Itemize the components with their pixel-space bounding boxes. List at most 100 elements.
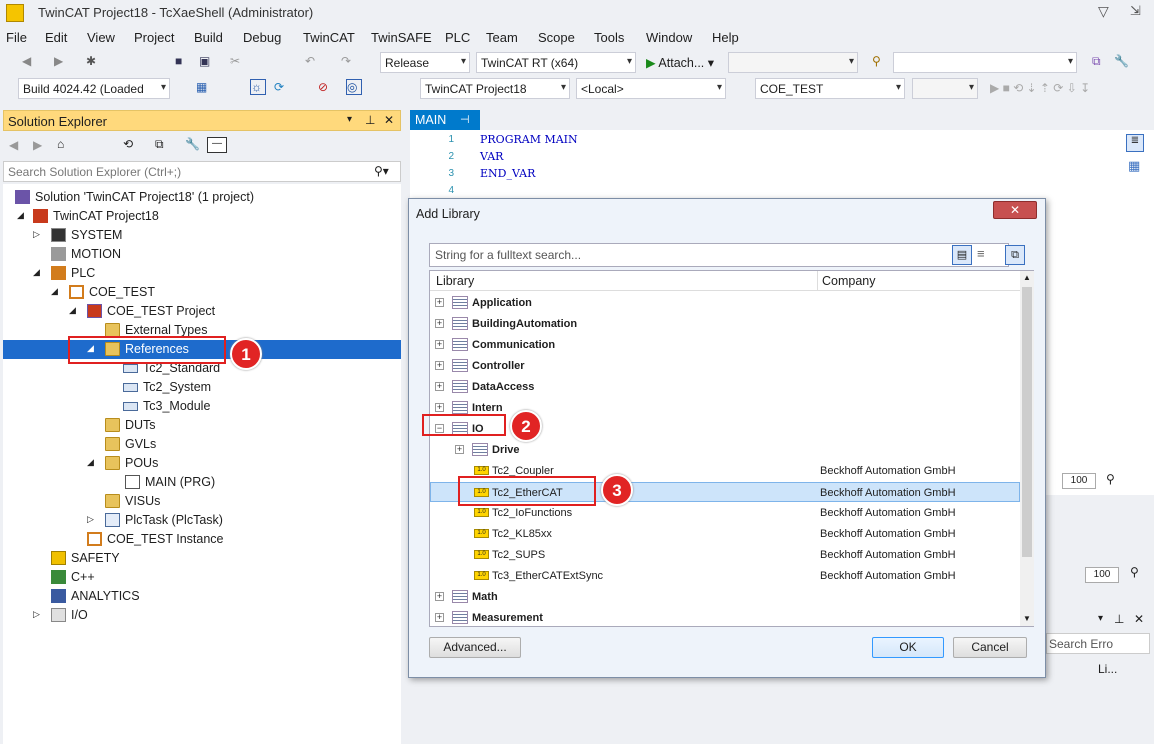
tree-node-coe-test-instance[interactable]: COE_TEST Instance bbox=[3, 530, 401, 549]
tree-node-solution[interactable]: Solution 'TwinCAT Project18' (1 project) bbox=[3, 188, 401, 207]
cancel-button[interactable]: Cancel bbox=[953, 637, 1027, 658]
menu-project[interactable]: Project bbox=[134, 30, 174, 45]
expand-icon[interactable]: + bbox=[435, 361, 444, 370]
zoom-icon[interactable]: ⚲ bbox=[1106, 472, 1115, 486]
stop-icon[interactable]: ⊘ bbox=[318, 80, 334, 96]
category-row-drive[interactable]: + Drive bbox=[430, 440, 1020, 460]
menu-team[interactable]: Team bbox=[486, 30, 518, 45]
solution-explorer-search[interactable]: Search Solution Explorer (Ctrl+;) bbox=[3, 161, 401, 182]
tree-node-tc2-system[interactable]: Tc2_System bbox=[3, 378, 401, 397]
library-row[interactable]: 1.0 Tc3_EtherCATExtSync Beckhoff Automatio… bbox=[430, 566, 1020, 586]
column-separator[interactable] bbox=[817, 271, 818, 291]
build-info-select[interactable]: Build 4024.42 (Loaded bbox=[18, 78, 170, 99]
tree-node-coe-test[interactable]: ◢ COE_TEST bbox=[3, 283, 401, 302]
collapse-icon[interactable]: ⧉ bbox=[155, 137, 164, 152]
table-view-icon[interactable]: ▦ bbox=[1128, 158, 1140, 174]
configuration-select[interactable]: Release bbox=[380, 52, 470, 73]
expanded-icon[interactable]: ◢ bbox=[17, 211, 25, 220]
expand-all-icon[interactable]: ⧉ bbox=[1005, 245, 1025, 265]
menu-debug[interactable]: Debug bbox=[243, 30, 281, 45]
library-list-scrollbar[interactable]: ▲ ▼ bbox=[1020, 271, 1034, 626]
history-icon[interactable]: ⟲ bbox=[123, 137, 133, 151]
forward-icon[interactable]: ▶ bbox=[54, 54, 70, 70]
expand-icon[interactable]: + bbox=[435, 340, 444, 349]
tree-node-coe-test-project[interactable]: ◢ COE_TEST Project bbox=[3, 302, 401, 321]
collapsed-icon[interactable]: ▷ bbox=[87, 515, 95, 524]
collapsed-icon[interactable]: ▷ bbox=[33, 610, 41, 619]
menu-edit[interactable]: Edit bbox=[45, 30, 67, 45]
scroll-up-icon[interactable]: ▲ bbox=[1023, 273, 1031, 282]
expand-icon[interactable]: + bbox=[435, 382, 444, 391]
expand-icon[interactable]: + bbox=[435, 592, 444, 601]
se-back-icon[interactable]: ◀ bbox=[9, 138, 18, 152]
menu-file[interactable]: File bbox=[6, 30, 27, 45]
scroll-down-icon[interactable]: ▼ bbox=[1023, 614, 1031, 623]
menu-window[interactable]: Window bbox=[646, 30, 692, 45]
wrench-icon[interactable]: 🔧 bbox=[1114, 54, 1130, 70]
advanced-button[interactable]: Advanced... bbox=[429, 637, 521, 658]
save-icon[interactable]: ■ bbox=[175, 54, 191, 70]
category-view-icon[interactable]: ▤ bbox=[952, 245, 972, 265]
find-combo[interactable] bbox=[893, 52, 1077, 73]
text-view-icon[interactable]: ≣ bbox=[1126, 134, 1144, 152]
tree-node-visus[interactable]: VISUs bbox=[3, 492, 401, 511]
close-dialog-button[interactable]: ✕ bbox=[993, 201, 1037, 219]
expand-icon[interactable]: + bbox=[455, 445, 464, 454]
platform-select[interactable]: TwinCAT RT (x64) bbox=[476, 52, 636, 73]
pin-icon[interactable]: ⊥ bbox=[1114, 612, 1124, 626]
panel-menu-icon[interactable]: ▾ bbox=[347, 114, 352, 125]
category-row[interactable]: + Measurement bbox=[430, 608, 1020, 628]
expand-icon[interactable]: + bbox=[435, 319, 444, 328]
category-row[interactable]: + Math bbox=[430, 587, 1020, 607]
expanded-icon[interactable]: ◢ bbox=[69, 306, 77, 315]
instance-select[interactable] bbox=[912, 78, 978, 99]
plc-project-select[interactable]: COE_TEST bbox=[755, 78, 905, 99]
tree-node-io[interactable]: ▷ I/O bbox=[3, 606, 401, 625]
tab-main[interactable]: MAIN ⊣ bbox=[410, 110, 480, 130]
zoom-level-2[interactable]: 100 bbox=[1085, 567, 1119, 583]
tree-node-gvls[interactable]: GVLs bbox=[3, 435, 401, 454]
tree-node-system[interactable]: ▷ SYSTEM bbox=[3, 226, 401, 245]
tab-pin-icon[interactable]: ⊣ bbox=[460, 113, 470, 126]
home-icon[interactable]: ⌂ bbox=[57, 137, 64, 151]
library-row[interactable]: 1.0 Tc2_IoFunctions Beckhoff Automation Gm… bbox=[430, 503, 1020, 523]
list-view-icon[interactable]: ≡ bbox=[977, 246, 985, 261]
close-panel-icon[interactable]: ✕ bbox=[1134, 612, 1144, 626]
activate-config-icon[interactable]: ▦ bbox=[196, 80, 212, 96]
tree-node-cpp[interactable]: C++ bbox=[3, 568, 401, 587]
category-row[interactable]: + Controller bbox=[430, 356, 1020, 376]
attach-button[interactable]: ▶ Attach... ▾ bbox=[646, 55, 714, 70]
error-list-column[interactable]: Li... bbox=[1098, 662, 1117, 676]
undo-icon[interactable]: ↶ bbox=[305, 54, 321, 70]
category-row[interactable]: + DataAccess bbox=[430, 377, 1020, 397]
login-icon[interactable]: ▶ ■ ⟲ ⇣ ⇡ ⟳ ⇩ ↧ bbox=[990, 81, 1090, 95]
back-icon[interactable]: ◀ bbox=[22, 54, 38, 70]
expanded-icon[interactable]: ◢ bbox=[33, 268, 41, 277]
menu-tools[interactable]: Tools bbox=[594, 30, 624, 45]
tree-node-analytics[interactable]: ANALYTICS bbox=[3, 587, 401, 606]
library-search-input[interactable]: String for a fulltext search... bbox=[429, 243, 1009, 267]
category-row[interactable]: + BuildingAutomation bbox=[430, 314, 1020, 334]
menu-scope[interactable]: Scope bbox=[538, 30, 575, 45]
column-company[interactable]: Company bbox=[822, 274, 876, 288]
panel-menu-icon[interactable]: ▾ bbox=[1098, 613, 1103, 624]
expand-icon[interactable]: + bbox=[435, 613, 444, 622]
expand-icon[interactable]: + bbox=[435, 298, 444, 307]
feedback-icon[interactable]: ⇲ bbox=[1130, 3, 1141, 19]
solution-icon[interactable]: ⧉ bbox=[1092, 54, 1108, 70]
cut-icon[interactable]: ✂ bbox=[230, 54, 246, 70]
menu-build[interactable]: Build bbox=[194, 30, 223, 45]
expand-icon[interactable]: + bbox=[435, 403, 444, 412]
tree-node-duts[interactable]: DUTs bbox=[3, 416, 401, 435]
scroll-thumb[interactable] bbox=[1022, 287, 1032, 557]
find-icon[interactable]: ⚲ bbox=[872, 54, 888, 70]
properties-icon[interactable]: 🔧 bbox=[185, 137, 200, 151]
menu-twincat[interactable]: TwinCAT bbox=[303, 30, 355, 45]
collapsed-icon[interactable]: ▷ bbox=[33, 230, 41, 239]
redo-icon[interactable]: ↷ bbox=[341, 54, 357, 70]
debug-target-select[interactable] bbox=[728, 52, 858, 73]
run-mode-icon[interactable]: ☼ bbox=[250, 79, 266, 95]
menu-view[interactable]: View bbox=[87, 30, 115, 45]
column-library[interactable]: Library bbox=[436, 274, 474, 288]
scan-icon[interactable]: ◎ bbox=[346, 79, 362, 95]
